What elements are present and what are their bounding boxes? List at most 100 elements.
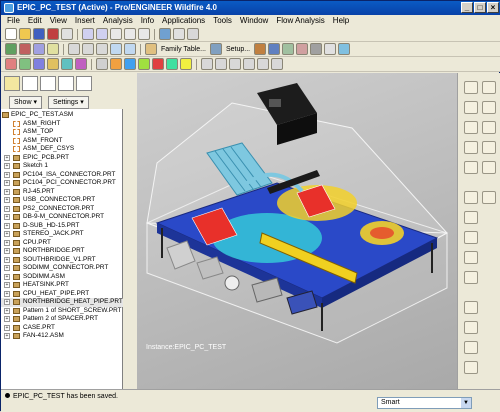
expand-icon[interactable]: + (4, 231, 10, 237)
expand-icon[interactable]: + (4, 214, 10, 220)
extrude-tool-icon[interactable] (482, 141, 496, 154)
tree-item[interactable]: + NORTHBRIDGE_HEAT_PIPE.PRT (1, 298, 123, 307)
favorites-tab[interactable] (40, 76, 56, 91)
tree-item[interactable]: + SOUTHBRIDGE_V1.PRT (1, 256, 123, 265)
expand-icon[interactable]: + (4, 248, 10, 254)
expand-icon[interactable]: + (4, 307, 10, 314)
tree-item[interactable]: + PC104_PCI_CONNECTOR.PRT (1, 179, 123, 188)
measure-icon[interactable] (5, 58, 17, 70)
wireframe-icon[interactable] (324, 43, 337, 55)
tree-item[interactable]: + PS2_CONNECTOR.PRT (1, 205, 123, 214)
tree-item[interactable]: ASM_DEF_CSYS (1, 145, 123, 154)
zoom-out-icon[interactable] (96, 43, 108, 55)
tree-item[interactable]: EPIC_PC_TEST.ASM (1, 111, 123, 120)
display-style-icon[interactable] (296, 43, 309, 55)
shell-tool-icon[interactable] (482, 191, 496, 204)
panel-splitter[interactable] (125, 73, 137, 389)
shading-icon[interactable] (338, 43, 351, 55)
expand-icon[interactable]: + (4, 290, 10, 297)
analysis-tool-icon[interactable] (464, 141, 478, 154)
mapkey-icon[interactable] (282, 43, 295, 55)
setup-icon[interactable] (210, 43, 222, 55)
mass-props-icon[interactable] (33, 58, 45, 70)
tree-item[interactable]: ASM_RIGHT (1, 120, 123, 129)
expand-icon[interactable]: + (4, 316, 10, 322)
menu-view[interactable]: View (46, 15, 71, 27)
tree-item[interactable]: + CPU_HEAT_PIPE.PRT (1, 290, 123, 299)
close-button[interactable]: × (487, 2, 499, 13)
tree-item[interactable]: + SODIMM_CONNECTOR.PRT (1, 264, 123, 273)
tree-item[interactable]: + RJ-45.PRT (1, 188, 123, 197)
expand-icon[interactable]: + (4, 256, 10, 263)
hidden-line-icon[interactable] (310, 43, 323, 55)
trim-tool-icon[interactable] (464, 361, 478, 374)
cut-icon[interactable] (110, 28, 122, 40)
hole-tool-icon[interactable] (464, 191, 478, 204)
menu-insert[interactable]: Insert (71, 15, 99, 27)
tree-item[interactable]: + CPU.PRT (1, 239, 123, 248)
curve-tool-icon[interactable] (482, 101, 496, 114)
expand-icon[interactable]: + (4, 282, 10, 288)
selection-box-icon[interactable] (187, 28, 199, 40)
show-dropdown[interactable]: Show ▾ (9, 96, 42, 109)
expand-icon[interactable]: + (4, 205, 10, 212)
tree-item[interactable]: + STEREO_JACK.PRT (1, 230, 123, 239)
chamfer-tool-icon[interactable] (464, 271, 478, 284)
heat-source-icon[interactable] (110, 58, 122, 70)
model-tree-tab[interactable] (4, 76, 20, 91)
menu-info[interactable]: Info (137, 15, 158, 27)
email-icon[interactable] (61, 28, 73, 40)
menu-edit[interactable]: Edit (24, 15, 46, 27)
print-icon[interactable] (47, 28, 59, 40)
expand-icon[interactable]: + (4, 171, 10, 178)
expand-icon[interactable]: + (4, 222, 10, 229)
point-tool-icon[interactable] (464, 121, 478, 134)
new-file-icon[interactable] (5, 28, 17, 40)
minimize-button[interactable]: _ (461, 2, 473, 13)
graphics-viewport[interactable] (137, 73, 457, 389)
refit-icon[interactable] (68, 43, 80, 55)
datum-plane-icon[interactable] (5, 43, 17, 55)
round-tool-icon[interactable] (464, 251, 478, 264)
csys-tool-icon[interactable] (482, 121, 496, 134)
menu-applications[interactable]: Applications (158, 15, 209, 27)
tool-b-icon[interactable] (215, 58, 227, 70)
tree-item[interactable]: ASM_TOP (1, 128, 123, 137)
draft-tool-icon[interactable] (464, 231, 478, 244)
expand-icon[interactable]: + (4, 163, 10, 169)
fan-icon[interactable] (124, 58, 136, 70)
settings-dropdown[interactable]: Settings ▾ (47, 96, 89, 109)
datum-plane-tool-icon[interactable] (482, 81, 496, 94)
datum-axis-icon[interactable] (19, 43, 31, 55)
menu-help[interactable]: Help (329, 15, 353, 27)
tool-c-icon[interactable] (229, 58, 241, 70)
sketch-icon[interactable] (464, 81, 478, 94)
tree-item[interactable]: + DB-9-M_CONNECTOR.PRT (1, 213, 123, 222)
interference-icon[interactable] (47, 58, 59, 70)
csys-icon[interactable] (47, 43, 59, 55)
redo-icon[interactable] (96, 28, 108, 40)
expand-icon[interactable]: + (4, 299, 10, 305)
save-icon[interactable] (33, 28, 45, 40)
pattern-tool-icon[interactable] (464, 301, 478, 314)
menu-file[interactable]: File (3, 15, 24, 27)
expand-icon[interactable]: + (4, 324, 10, 331)
menu-analysis[interactable]: Analysis (99, 15, 137, 27)
tree-item[interactable]: ASM_FRONT (1, 137, 123, 146)
tool-f-icon[interactable] (271, 58, 283, 70)
curvature-icon[interactable] (61, 58, 73, 70)
tree-item[interactable]: + SODIMM.ASM (1, 273, 123, 282)
results-icon[interactable] (166, 58, 178, 70)
copy-icon[interactable] (124, 28, 136, 40)
folder-browser-tab[interactable] (22, 76, 38, 91)
solve-icon[interactable] (152, 58, 164, 70)
render-icon[interactable] (254, 43, 267, 55)
appearance-icon[interactable] (268, 43, 281, 55)
menu-window[interactable]: Window (236, 15, 272, 27)
tree-item[interactable]: + Pattern 1 of SHORT_SCREW.PRT (1, 307, 123, 316)
tree-item[interactable]: + CASE.PRT (1, 324, 123, 333)
family-table-button[interactable]: Family Table... (159, 46, 208, 53)
tree-item[interactable]: + Pattern 2 of SPACER.PRT (1, 315, 123, 324)
expand-icon[interactable]: + (4, 180, 10, 186)
rib-tool-icon[interactable] (464, 211, 478, 224)
